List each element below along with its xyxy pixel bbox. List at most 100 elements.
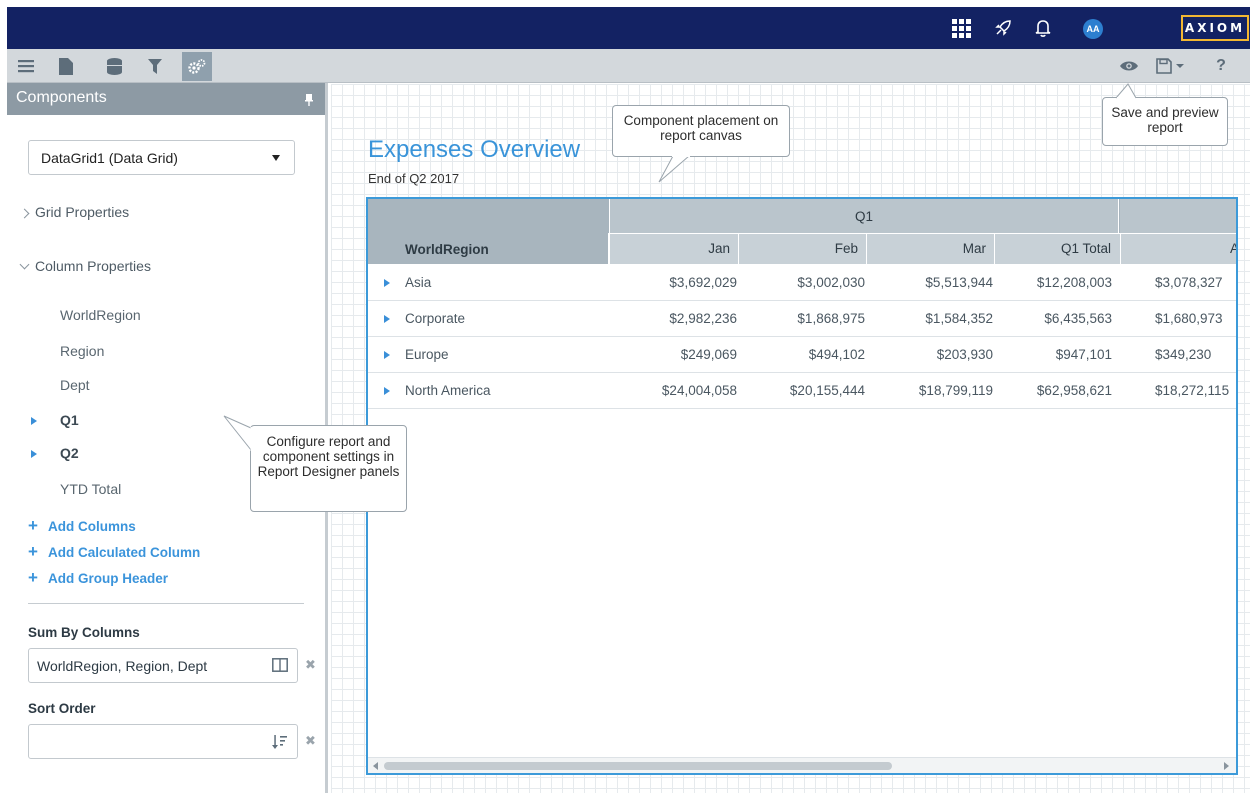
grid-properties-label: Grid Properties (35, 204, 130, 220)
scroll-left-icon[interactable] (373, 762, 378, 770)
expand-row-icon[interactable] (384, 315, 390, 323)
rocket-icon[interactable] (992, 17, 1014, 39)
cell-apr: $3,078,327 (1155, 275, 1223, 290)
report-panels-callout: Configure report and component settings … (250, 425, 407, 512)
row-name: North America (405, 383, 491, 398)
menu-icon[interactable] (13, 53, 39, 79)
expand-row-icon[interactable] (384, 279, 390, 287)
cell-jan: $249,069 (680, 347, 737, 362)
callout-pointer (223, 415, 254, 451)
cell-mar: $5,513,944 (925, 275, 993, 290)
table-row[interactable]: North America $24,004,058 $20,155,444 $1… (368, 373, 1236, 409)
row-name: Europe (405, 347, 449, 362)
axiom-logo[interactable]: AXIOM (1181, 15, 1249, 41)
col-header-apr[interactable]: Ap (1120, 234, 1236, 264)
cell-feb: $1,868,975 (797, 311, 865, 326)
apps-grid-icon[interactable] (952, 19, 971, 38)
column-item-dept[interactable]: Dept (60, 377, 90, 393)
cell-q1-total: $947,101 (1055, 347, 1112, 362)
pin-icon[interactable] (305, 93, 313, 106)
column-item-ytd-total[interactable]: YTD Total (60, 481, 121, 497)
scrollbar-thumb[interactable] (384, 762, 892, 770)
cell-mar: $1,584,352 (925, 311, 993, 326)
col-header-q1-total[interactable]: Q1 Total (994, 234, 1119, 264)
sum-by-columns-field[interactable]: WorldRegion, Region, Dept (28, 648, 298, 683)
columns-picker-icon[interactable] (272, 658, 288, 675)
add-columns-link[interactable]: + Add Columns (28, 516, 136, 535)
chevron-right-icon (19, 208, 30, 219)
horizontal-scrollbar[interactable] (368, 757, 1236, 773)
row-name: Asia (405, 275, 432, 290)
add-group-header-label: Add Group Header (48, 571, 169, 586)
column-item-region[interactable]: Region (60, 343, 104, 359)
table-row[interactable]: Europe $249,069 $494,102 $203,930 $947,1… (368, 337, 1236, 373)
plus-icon: + (28, 516, 38, 535)
report-subtitle[interactable]: End of Q2 2017 (368, 171, 459, 186)
cell-jan: $24,004,058 (661, 383, 737, 398)
cell-mar: $203,930 (936, 347, 993, 362)
callout-pointer (1115, 83, 1137, 99)
sort-order-label: Sort Order (28, 701, 96, 716)
expand-row-icon[interactable] (384, 351, 390, 359)
preview-eye-icon[interactable] (1116, 53, 1142, 79)
table-row[interactable]: Asia $3,692,029 $3,002,030 $5,513,944 $1… (368, 265, 1236, 301)
expand-q1-icon[interactable] (31, 417, 37, 425)
canvas-placement-callout: Component placement on report canvas (612, 105, 790, 157)
section-divider (28, 603, 304, 604)
clear-sort-order-icon[interactable]: ✖ (305, 733, 316, 749)
save-preview-callout: Save and preview report (1102, 97, 1228, 146)
add-calculated-column-link[interactable]: + Add Calculated Column (28, 542, 201, 561)
caret-down-icon (272, 155, 280, 161)
sort-order-field[interactable] (28, 724, 298, 759)
bell-icon[interactable] (1032, 17, 1054, 39)
save-preview-callout-text: Save and preview report (1111, 105, 1219, 135)
settings-gears-icon[interactable] (182, 52, 212, 81)
grid-properties-section[interactable]: Grid Properties (19, 204, 130, 220)
user-avatar[interactable]: AA (1083, 19, 1103, 39)
callout-pointer (658, 155, 690, 183)
cell-feb: $3,002,030 (797, 275, 865, 290)
plus-icon: + (28, 568, 38, 587)
expand-row-icon[interactable] (384, 387, 390, 395)
database-icon[interactable] (101, 53, 127, 79)
q2-group-header[interactable] (1120, 199, 1236, 233)
col-header-feb[interactable]: Feb (738, 234, 866, 264)
expand-q2-icon[interactable] (31, 450, 37, 458)
report-panels-callout-text: Configure report and component settings … (257, 434, 400, 479)
document-icon[interactable] (53, 53, 79, 79)
worldregion-header-label: WorldRegion (405, 242, 489, 257)
row-name: Corporate (405, 311, 466, 326)
component-select[interactable]: DataGrid1 (Data Grid) (28, 140, 295, 175)
add-calculated-column-label: Add Calculated Column (48, 545, 201, 560)
data-grid-component[interactable]: WorldRegion Q1 Jan Feb Mar Q1 Total Ap A… (366, 197, 1238, 775)
canvas-placement-callout-text: Component placement on report canvas (623, 113, 779, 143)
cell-apr: $349,230 (1155, 347, 1212, 362)
filter-icon[interactable] (142, 53, 168, 79)
add-group-header-link[interactable]: + Add Group Header (28, 568, 169, 587)
help-icon[interactable]: ? (1208, 53, 1234, 79)
scroll-right-icon[interactable] (1224, 762, 1229, 770)
cell-q1-total: $62,958,621 (1036, 383, 1112, 398)
col-header-jan[interactable]: Jan (609, 234, 738, 264)
plus-icon: + (28, 542, 38, 561)
cell-feb: $494,102 (808, 347, 865, 362)
report-title[interactable]: Expenses Overview (368, 136, 580, 164)
cell-jan: $2,982,236 (669, 311, 737, 326)
column-item-q2[interactable]: Q2 (60, 445, 79, 461)
component-select-value: DataGrid1 (Data Grid) (41, 150, 178, 166)
col-header-mar[interactable]: Mar (866, 234, 994, 264)
panel-header: Components (7, 83, 325, 115)
table-row[interactable]: Corporate $2,982,236 $1,868,975 $1,584,3… (368, 301, 1236, 337)
q1-group-header[interactable]: Q1 (609, 199, 1119, 233)
column-properties-label: Column Properties (35, 258, 151, 274)
column-properties-section[interactable]: Column Properties (19, 258, 151, 274)
clear-sum-by-icon[interactable]: ✖ (305, 657, 316, 673)
save-icon[interactable] (1153, 53, 1189, 79)
sort-order-icon[interactable] (272, 734, 288, 753)
cell-mar: $18,799,119 (918, 383, 993, 398)
column-item-worldregion[interactable]: WorldRegion (60, 307, 141, 323)
sum-by-columns-value: WorldRegion, Region, Dept (37, 658, 208, 674)
top-navigation-bar: AA AXIOM (7, 7, 1250, 49)
cell-feb: $20,155,444 (789, 383, 865, 398)
column-item-q1[interactable]: Q1 (60, 412, 79, 428)
